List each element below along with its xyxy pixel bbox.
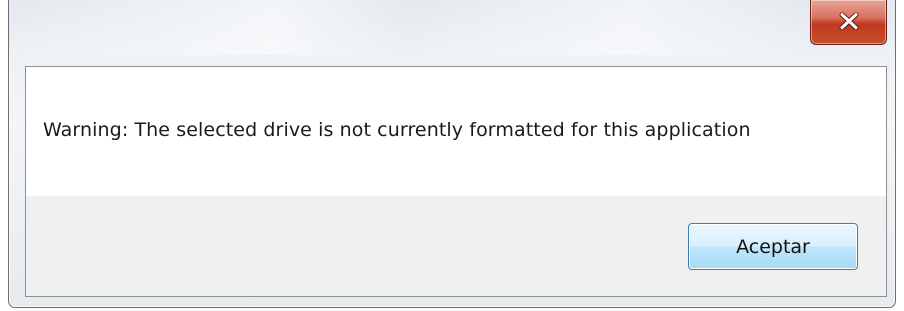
accept-button[interactable]: Aceptar [688, 223, 858, 270]
close-button[interactable] [810, 0, 887, 45]
warning-message: Warning: The selected drive is not curre… [43, 119, 751, 141]
content-panel: Warning: The selected drive is not curre… [25, 66, 887, 297]
title-bar[interactable] [9, 0, 895, 55]
message-area: Warning: The selected drive is not curre… [26, 67, 886, 196]
close-icon [839, 12, 858, 30]
dialog-window: Warning: The selected drive is not curre… [8, 0, 896, 308]
